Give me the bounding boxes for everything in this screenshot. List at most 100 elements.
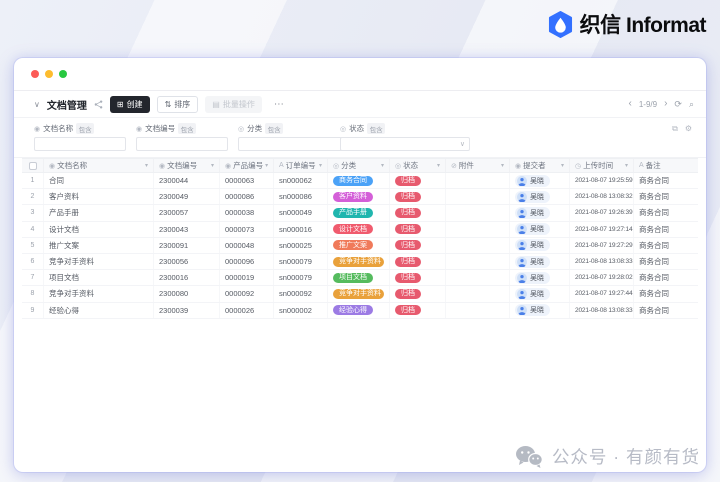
row-number: 8 (22, 286, 44, 302)
cell-order-number: sn000079 (274, 270, 328, 286)
cell-doc-number: 2300043 (154, 221, 220, 237)
filter-label: 状态 (349, 124, 365, 133)
sort-button-label: 排序 (174, 99, 191, 109)
cell-order-number: sn000092 (274, 286, 328, 302)
share-icon[interactable] (94, 99, 103, 109)
column-header-category[interactable]: ◎ 分类 ▾ (328, 159, 390, 172)
table-row[interactable]: 9 经验心得 2300039 0000026 sn000002 经验心得 归档 … (22, 302, 698, 319)
category-badge: 产品手册 (333, 207, 373, 218)
table-row[interactable]: 8 竞争对手资料 2300080 0000092 sn000092 竞争对手资料… (22, 286, 698, 303)
cell-category: 产品手册 (328, 205, 390, 221)
column-header-submitter[interactable]: ◉ 提交者 ▾ (510, 159, 570, 172)
select-all-checkbox[interactable] (28, 161, 37, 170)
documents-table: ◉ 文档名称 ▾ ◉ 文档编号 ▾ ◉ 产品编号 ▾ A 订单编号 ▾ ◎ 分类 (14, 158, 706, 319)
expand-icon[interactable]: ⧉ (672, 124, 678, 134)
cell-upload-time: 2021-08-07 19:27:44 (570, 286, 634, 302)
cell-remark: 商务合同 (639, 257, 669, 267)
column-header-status[interactable]: ◎ 状态 ▾ (390, 159, 446, 172)
minimize-traffic-light[interactable] (45, 70, 53, 78)
table-row[interactable]: 2 客户资料 2300049 0000086 sn000086 客户资料 归档 … (22, 189, 698, 206)
filter-bar: ◉ 文档名称 包含 ◉ 文档编号 包含 ◎ 分类 包含 ∨ ◎ (14, 118, 706, 158)
cell-product-number: 0000048 (220, 237, 274, 253)
cell-submitter: 吴晓 (510, 205, 570, 221)
column-header-attachment[interactable]: ⊘ 附件 ▾ (446, 159, 510, 172)
column-header-doc-number[interactable]: ◉ 文档编号 ▾ (154, 159, 220, 172)
filter-category: ◎ 分类 包含 ∨ (238, 123, 368, 151)
field-type-icon: ◉ (225, 162, 232, 170)
brand-drop-icon (548, 10, 573, 38)
cell-product-number: 0000026 (220, 302, 274, 318)
cell-doc-number: 2300080 (154, 286, 220, 302)
table-row[interactable]: 6 竞争对手资料 2300056 0000096 sn000079 竞争对手资料… (22, 253, 698, 271)
next-page-arrow[interactable]: › (664, 99, 667, 109)
avatar (517, 224, 527, 235)
submitter-name: 吴晓 (530, 209, 544, 217)
table-body: 1 合同 2300044 0000063 sn000062 商务合同 归档 吴晓… (22, 173, 698, 319)
cell-product-number: 0000092 (220, 286, 274, 302)
cell-remark: 商务合同 (639, 305, 669, 315)
column-header-doc-name[interactable]: ◉ 文档名称 ▾ (44, 159, 154, 172)
cell-submitter: 吴晓 (510, 221, 570, 237)
prev-page-arrow[interactable]: ‹ (628, 99, 631, 109)
cell-upload-time: 2021-08-08 13:08:33 (570, 253, 634, 270)
table-row[interactable]: 4 设计文档 2300043 0000073 sn000016 设计文档 归档 … (22, 221, 698, 238)
page-title: 文档管理 (46, 100, 87, 112)
avatar (517, 272, 527, 283)
cell-product-number: 0000019 (220, 270, 274, 286)
column-label: 产品编号 (233, 161, 264, 170)
cell-attachment (446, 286, 510, 302)
cell-status: 归档 (390, 189, 446, 205)
cell-category: 商务合同 (328, 173, 390, 189)
cell-attachment (446, 173, 510, 189)
table-row[interactable]: 7 项目文档 2300016 0000019 sn000079 项目文档 归档 … (22, 270, 698, 287)
cell-attachment (446, 189, 510, 205)
row-number: 7 (22, 270, 44, 286)
column-label: 文档编号 (167, 161, 198, 170)
refresh-icon[interactable]: ⟳ (674, 99, 682, 110)
collapse-chevron-icon[interactable]: ∨ (34, 100, 40, 109)
column-header-remark[interactable]: A 备注 (634, 159, 698, 172)
cell-upload-time: 2021-08-07 19:26:39 (570, 205, 634, 221)
doc-number-filter-input[interactable] (141, 139, 223, 149)
column-header-order-number[interactable]: A 订单编号 ▾ (274, 159, 328, 172)
sort-caret-icon: ▾ (144, 163, 148, 169)
create-button[interactable]: ⊞ 创建 (109, 95, 150, 113)
pagination-range: 1-9/9 (638, 99, 658, 109)
cell-status: 归档 (390, 221, 446, 237)
more-actions-button[interactable]: ⋯ (269, 99, 289, 110)
cell-order-number: sn000016 (274, 221, 328, 237)
cell-doc-number: 2300016 (154, 270, 220, 286)
submitter-name: 吴晓 (530, 258, 544, 266)
sort-caret-icon: ▾ (380, 163, 384, 169)
sort-caret-icon: ▾ (624, 163, 628, 169)
cell-doc-number: 2300057 (154, 205, 220, 221)
status-filter-select[interactable]: ∨ (340, 137, 470, 151)
cell-category: 竞争对手资料 (328, 286, 390, 302)
cell-order-number: sn000002 (274, 302, 328, 318)
submitter-pill: 吴晓 (515, 287, 550, 300)
close-traffic-light[interactable] (31, 70, 39, 78)
doc-name-filter-input[interactable] (39, 139, 121, 149)
status-badge: 归档 (395, 288, 421, 299)
row-number: 4 (22, 221, 44, 237)
table-row[interactable]: 3 产品手册 2300057 0000038 sn000049 产品手册 归档 … (22, 205, 698, 222)
table-row[interactable]: 1 合同 2300044 0000063 sn000062 商务合同 归档 吴晓… (22, 173, 698, 190)
cell-attachment (446, 253, 510, 270)
sort-caret-icon: ▾ (210, 163, 214, 169)
table-row[interactable]: 5 推广文案 2300091 0000048 sn000025 推广文案 归档 … (22, 237, 698, 254)
status-badge: 归档 (395, 224, 421, 235)
cell-upload-time: 2021-08-08 13:08:32 (570, 189, 634, 205)
maximize-traffic-light[interactable] (59, 70, 67, 78)
sort-button[interactable]: ⇅ 排序 (156, 95, 199, 113)
column-header-upload-time[interactable]: ◷ 上传时间 ▾ (570, 159, 634, 172)
cell-submitter: 吴晓 (510, 286, 570, 302)
batch-actions-button[interactable]: ▤ 批量操作 (205, 95, 262, 113)
row-number: 3 (22, 205, 44, 221)
filter-doc-name: ◉ 文档名称 包含 (34, 123, 126, 151)
gear-icon[interactable]: ⚙ (685, 124, 692, 134)
cell-status: 归档 (390, 253, 446, 270)
contains-tag: 包含 (367, 123, 386, 134)
column-header-product-number[interactable]: ◉ 产品编号 ▾ (220, 159, 274, 172)
cell-order-number: sn000086 (274, 189, 328, 205)
search-icon[interactable]: ⌕ (689, 99, 694, 110)
